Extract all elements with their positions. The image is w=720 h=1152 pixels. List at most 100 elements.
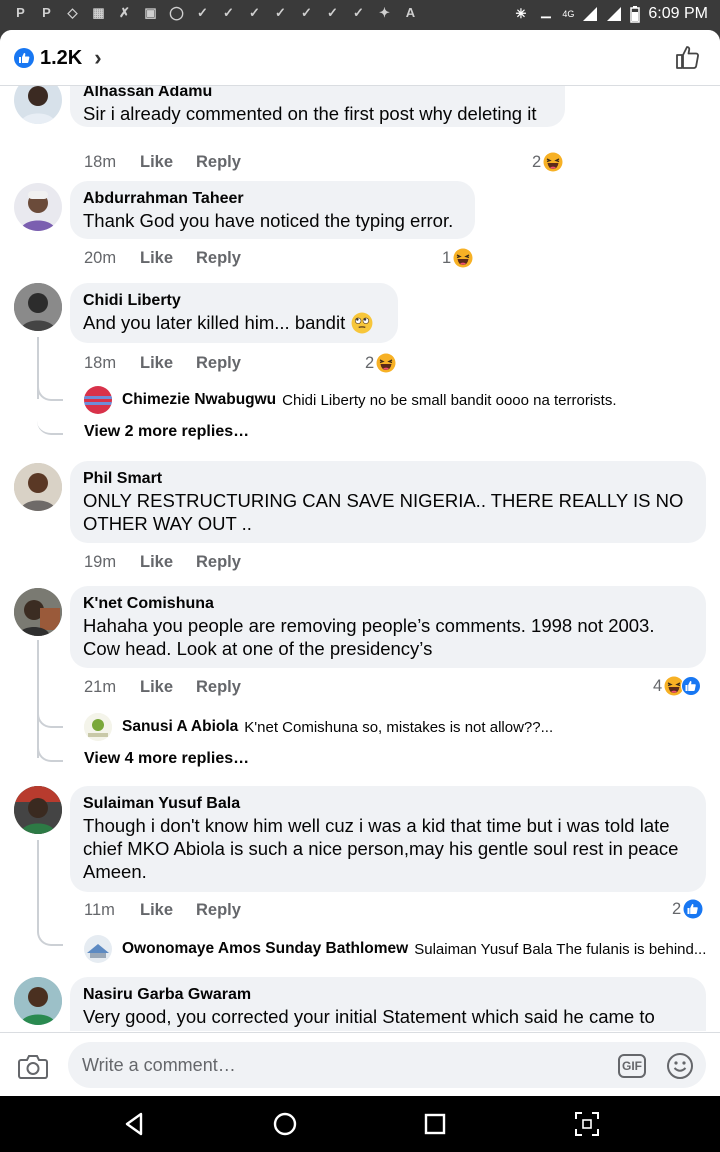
thread-connector [37,926,63,946]
comment-text: Thank God you have noticed the typing er… [83,210,454,231]
chevron-right-icon: › [94,45,102,70]
like-button[interactable]: Like [140,153,196,172]
comment-text-line: ONLY RESTRUCTURING CAN SAVE NIGERIA.. TH… [83,490,684,511]
like-button[interactable]: Like [140,553,196,572]
reply-author[interactable]: Chimezie Nwabugwu [122,391,276,409]
comment-author[interactable]: Abdurrahman Taheer [83,189,462,209]
like-emoji-icon [683,899,703,919]
reply-preview[interactable]: Chimezie Nwabugwu Chidi Liberty no be sm… [84,386,617,414]
home-icon[interactable] [271,1110,299,1138]
comment-author[interactable]: Nasiru Garba Gwaram [83,985,693,1005]
avatar[interactable] [14,183,62,231]
thumbs-up-icon[interactable] [674,43,702,71]
emoji-picker-icon[interactable] [666,1052,694,1080]
comment-bubble[interactable]: Abdurrahman Taheer Thank God you have no… [70,181,475,239]
comment-actions: 18m Like Reply [84,153,241,172]
reply-avatar[interactable] [84,386,112,414]
avatar[interactable] [14,588,62,636]
comment-time: 11m [84,901,115,919]
thread-connector [37,708,63,728]
comment-author[interactable]: Chidi Liberty [83,291,385,311]
camera-icon[interactable] [18,1053,48,1079]
view-more-replies[interactable]: View 4 more replies… [84,750,249,768]
battery-icon [630,5,641,23]
reply-button[interactable]: Reply [196,249,241,268]
comment-reactions[interactable]: 2 [672,899,703,919]
comment-text-line: OTHER WAY OUT .. [83,513,252,534]
a-icon: A [405,5,416,20]
reactions-summary[interactable]: 1.2K › [14,45,102,71]
screenshot-icon[interactable] [573,1110,601,1138]
comment-bubble[interactable]: Chidi Liberty And you later killed him..… [70,283,398,343]
reply-avatar[interactable] [84,713,112,741]
messenger-icon: ◇ [67,4,78,20]
back-icon[interactable] [121,1110,149,1138]
check-icon: ✓ [249,4,260,20]
comment-author[interactable]: Phil Smart [83,469,693,489]
check-icon: ✓ [223,4,234,20]
check-icon: ✓ [301,4,312,20]
comment-actions: 18m Like Reply [84,354,241,373]
comment-bubble[interactable]: Nasiru Garba Gwaram Very good, you corre… [70,977,706,1031]
comment-author[interactable]: Sulaiman Yusuf Bala [83,794,693,814]
reply-button[interactable]: Reply [196,153,241,172]
avatar[interactable] [14,283,62,331]
comment-actions: 19m Like Reply [84,553,241,572]
reaction-count: 2 [672,899,682,918]
reply-author[interactable]: Owonomaye Amos Sunday Bathlomew [122,940,408,958]
reply-button[interactable]: Reply [196,901,241,920]
comment-bubble[interactable]: Phil Smart ONLY RESTRUCTURING CAN SAVE N… [70,461,706,543]
sheet-header: 1.2K › [0,30,720,86]
comment-author[interactable]: K'net Comishuna [83,594,693,614]
avatar[interactable] [14,977,62,1025]
comment-bubble[interactable]: K'net Comishuna Hahaha you people are re… [70,586,706,668]
reply-author[interactable]: Sanusi A Abiola [122,718,238,736]
reaction-count: 1.2K [40,46,83,69]
thread-connector [37,415,63,435]
comment-text: And you later killed him... bandit [83,312,346,333]
avatar[interactable] [14,463,62,511]
comment-input[interactable] [68,1042,706,1088]
comments-sheet: 1.2K › Alhassan Adamu Sir i already comm… [0,30,720,1096]
comment-time: 20m [84,249,117,267]
avatar[interactable] [14,786,62,834]
haha-emoji-icon [543,152,563,172]
reply-button[interactable]: Reply [196,354,241,373]
comment-bubble[interactable]: Alhassan Adamu Sir i already commented o… [70,86,565,127]
reply-avatar[interactable] [84,935,112,963]
network-type: 4G [562,9,575,19]
comment-reactions[interactable]: 2 [532,152,563,172]
reply-preview[interactable]: Owonomaye Amos Sunday Bathlomew Sulaiman… [84,935,706,963]
comment-composer: GIF [0,1032,720,1096]
clock: 6:09 PM [648,5,708,22]
comment-text-line: chief MKO Abiola is such a nice person,m… [83,838,679,859]
like-button[interactable]: Like [140,678,196,697]
reply-button[interactable]: Reply [196,678,241,697]
comment-text-line: Ameen. [83,861,147,882]
system-status: ✳ ⚊ 4G 6:09 PM [512,5,708,23]
signal-icon [607,7,622,21]
comment-time: 19m [84,553,117,571]
check-icon: ✓ [197,4,208,20]
reaction-count: 2 [532,152,542,171]
avatar[interactable] [14,86,62,124]
comment-reactions[interactable]: 4 [653,676,702,696]
reaction-count: 2 [365,353,375,372]
system-navigation-bar [0,1096,720,1152]
comment-reactions[interactable]: 2 [365,353,396,373]
gif-button[interactable]: GIF [618,1054,646,1078]
reply-preview[interactable]: Sanusi A Abiola K'net Comishuna so, mist… [84,713,553,741]
like-button[interactable]: Like [140,249,196,268]
comment-time: 21m [84,678,117,696]
comment-reactions[interactable]: 1 [442,248,473,268]
recent-apps-icon[interactable] [421,1110,449,1138]
like-button[interactable]: Like [140,901,196,920]
reply-button[interactable]: Reply [196,553,241,572]
comment-author[interactable]: Alhassan Adamu [83,86,552,102]
view-more-replies[interactable]: View 2 more replies… [84,423,249,441]
haha-emoji-icon [453,248,473,268]
instagram-icon: ◯ [169,4,184,20]
thread-line [37,640,39,758]
comment-bubble[interactable]: Sulaiman Yusuf Bala Though i don't know … [70,786,706,892]
like-button[interactable]: Like [140,354,196,373]
